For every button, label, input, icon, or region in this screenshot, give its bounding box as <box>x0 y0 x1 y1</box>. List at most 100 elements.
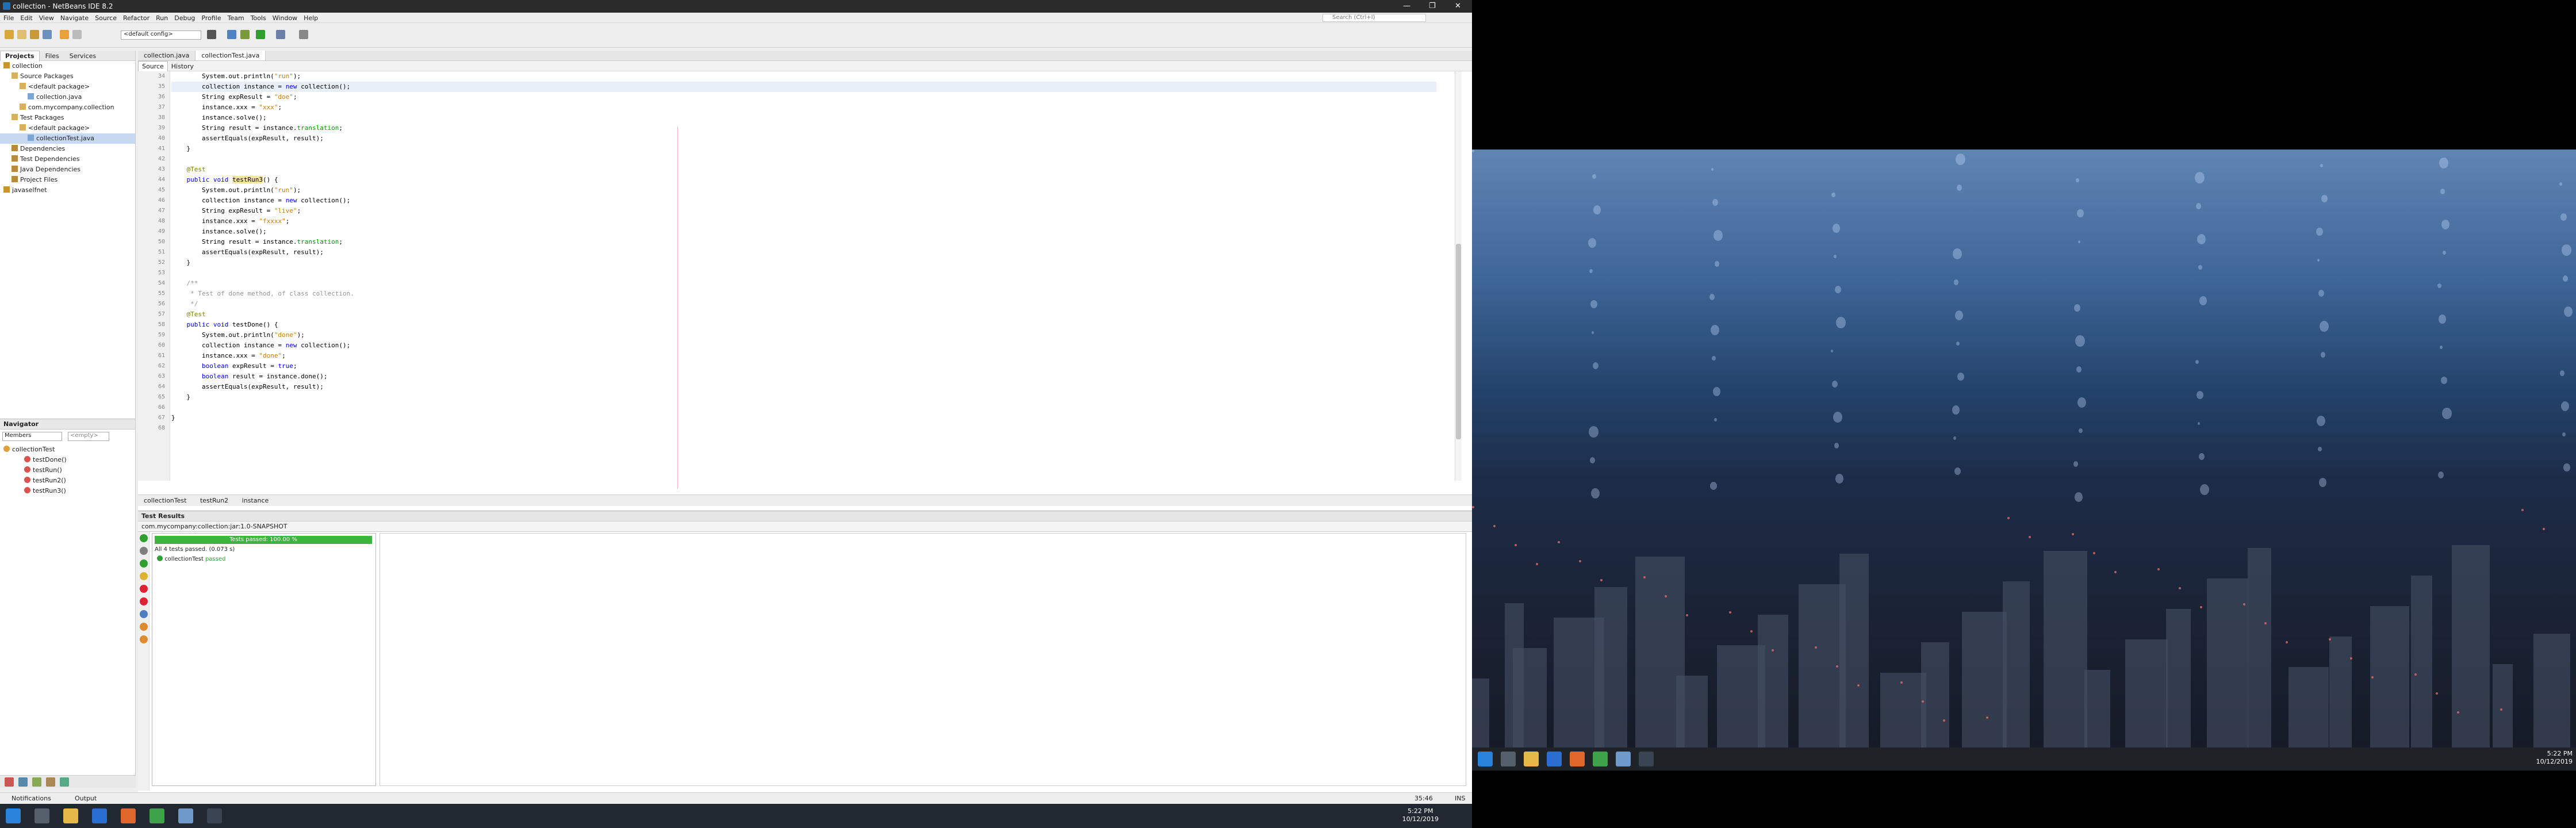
members-filter-select[interactable]: Members <box>2 432 62 441</box>
code-line[interactable]: */ <box>171 299 198 309</box>
code-line[interactable]: String result = instance.translation; <box>171 237 343 247</box>
redo-icon[interactable] <box>72 30 82 39</box>
new-project-icon[interactable] <box>5 30 14 39</box>
build-icon[interactable] <box>227 30 236 39</box>
globe-icon[interactable] <box>207 30 216 39</box>
open-project-icon[interactable] <box>30 30 39 39</box>
tree-item[interactable]: <default package> <box>0 82 135 92</box>
static-icon[interactable] <box>46 777 55 787</box>
edge-icon[interactable] <box>92 808 107 823</box>
show-failed-icon[interactable] <box>140 585 148 593</box>
file-explorer-icon[interactable] <box>63 808 78 823</box>
tree-item[interactable]: Java Dependencies <box>0 164 135 175</box>
menu-file[interactable]: File <box>0 13 17 22</box>
secondary-clock[interactable]: 5:22 PM 10/12/2019 <box>2536 750 2573 766</box>
next-failure-icon[interactable] <box>140 635 148 643</box>
app-icon-secondary[interactable] <box>1639 752 1654 766</box>
minimize-button[interactable]: — <box>1403 2 1410 10</box>
tree-item[interactable]: collectionTest.java <box>0 133 135 144</box>
tree-item[interactable]: com.mycompany.collection <box>0 102 135 113</box>
code-line[interactable]: instance.solve(); <box>171 227 267 237</box>
code-line[interactable]: System.out.println("run"); <box>171 71 301 82</box>
test-suite-row[interactable]: collectionTest passed <box>157 555 225 562</box>
code-line[interactable]: assertEquals(expResult, result); <box>171 247 324 258</box>
menu-debug[interactable]: Debug <box>171 13 198 22</box>
code-area[interactable]: System.out.println("run"); collection in… <box>171 71 1436 481</box>
breadcrumb-field[interactable]: instance <box>236 495 275 506</box>
show-skipped-icon[interactable] <box>140 572 148 580</box>
menu-team[interactable]: Team <box>224 13 247 22</box>
start-icon[interactable] <box>6 808 21 823</box>
netbeans-icon-secondary[interactable] <box>1616 752 1631 766</box>
tree-item[interactable]: collection <box>0 61 135 71</box>
empty-filter-select[interactable]: <empty> <box>68 432 109 441</box>
menu-view[interactable]: View <box>36 13 57 22</box>
breadcrumb-class[interactable]: collectionTest <box>138 495 192 506</box>
code-line[interactable]: /** <box>171 278 198 289</box>
sort-icon[interactable] <box>18 777 28 787</box>
code-line[interactable]: String result = instance.translation; <box>171 123 343 133</box>
source-mode-button[interactable]: Source <box>138 61 168 72</box>
menu-edit[interactable]: Edit <box>17 13 35 22</box>
code-line[interactable]: System.out.println("run"); <box>171 185 301 195</box>
task-view-icon-secondary[interactable] <box>1501 752 1516 766</box>
navigator-item[interactable]: testDone() <box>0 455 136 465</box>
code-line[interactable]: boolean expResult = true; <box>171 361 297 371</box>
tab-collectiontest-java[interactable]: collectionTest.java <box>195 51 266 60</box>
previous-failure-icon[interactable] <box>140 623 148 631</box>
tree-item[interactable]: collection.java <box>0 92 135 102</box>
app-task-icon[interactable] <box>207 808 222 823</box>
code-line[interactable]: } <box>171 144 190 154</box>
filter-icon[interactable] <box>5 777 14 787</box>
save-all-icon[interactable] <box>43 30 52 39</box>
chrome-icon-secondary[interactable] <box>1593 752 1608 766</box>
menu-window[interactable]: Window <box>269 13 300 22</box>
show-aborted-icon[interactable] <box>140 610 148 618</box>
test-results-subtab[interactable]: com.mycompany:collection:jar:1.0-SNAPSHO… <box>138 522 1472 532</box>
history-mode-button[interactable]: History <box>168 62 197 71</box>
code-line[interactable]: public void testDone() { <box>171 320 278 330</box>
code-line[interactable]: String expResult = "doe"; <box>171 92 297 102</box>
debug-icon[interactable] <box>276 30 285 39</box>
navigator-item[interactable]: testRun3() <box>0 486 136 496</box>
rerun-icon[interactable] <box>140 534 148 542</box>
new-file-icon[interactable] <box>17 30 26 39</box>
clean-build-icon[interactable] <box>240 30 250 39</box>
code-line[interactable]: collection instance = new collection(); <box>171 82 1436 92</box>
code-line[interactable]: String expResult = "live"; <box>171 206 301 216</box>
navigator-item[interactable]: testRun() <box>0 465 136 476</box>
menu-help[interactable]: Help <box>300 13 321 22</box>
profile-icon[interactable] <box>299 30 308 39</box>
navigator-item[interactable]: collectionTest <box>0 444 136 455</box>
task-view-icon[interactable] <box>34 808 49 823</box>
code-line[interactable]: } <box>171 392 190 402</box>
output-tab[interactable]: Output <box>75 795 97 802</box>
file-explorer-icon-secondary[interactable] <box>1524 752 1539 766</box>
tree-item[interactable]: <default package> <box>0 123 135 133</box>
menu-profile[interactable]: Profile <box>198 13 224 22</box>
menu-refactor[interactable]: Refactor <box>120 13 152 22</box>
inherited-icon[interactable] <box>60 777 69 787</box>
code-line[interactable]: } <box>171 413 175 423</box>
tree-item[interactable]: Test Packages <box>0 113 135 123</box>
notifications-tab[interactable]: Notifications <box>12 795 51 802</box>
test-output-area[interactable] <box>379 533 1466 786</box>
tree-item[interactable]: Test Dependencies <box>0 154 135 164</box>
tab-files[interactable]: Files <box>41 51 64 61</box>
test-results-title[interactable]: Test Results <box>138 511 1472 522</box>
code-line[interactable]: System.out.println("done"); <box>171 330 305 340</box>
code-line[interactable]: assertEquals(expResult, result); <box>171 133 324 144</box>
code-line[interactable]: boolean result = instance.done(); <box>171 371 328 382</box>
maximize-button[interactable]: ❐ <box>1429 2 1436 10</box>
code-line[interactable]: assertEquals(expResult, result); <box>171 382 324 392</box>
menu-tools[interactable]: Tools <box>247 13 269 22</box>
code-line[interactable]: public void testRun3() { <box>171 175 278 185</box>
code-line[interactable]: instance.solve(); <box>171 113 267 123</box>
rerun-failed-icon[interactable] <box>140 547 148 555</box>
tab-services[interactable]: Services <box>65 51 101 61</box>
search-input[interactable]: Search (Ctrl+I) <box>1322 14 1426 22</box>
show-passed-icon[interactable] <box>140 559 148 568</box>
tab-projects[interactable]: Projects <box>0 51 40 61</box>
netbeans-task-icon[interactable] <box>178 808 193 823</box>
code-line[interactable]: instance.xxx = "fxxxx"; <box>171 216 289 227</box>
